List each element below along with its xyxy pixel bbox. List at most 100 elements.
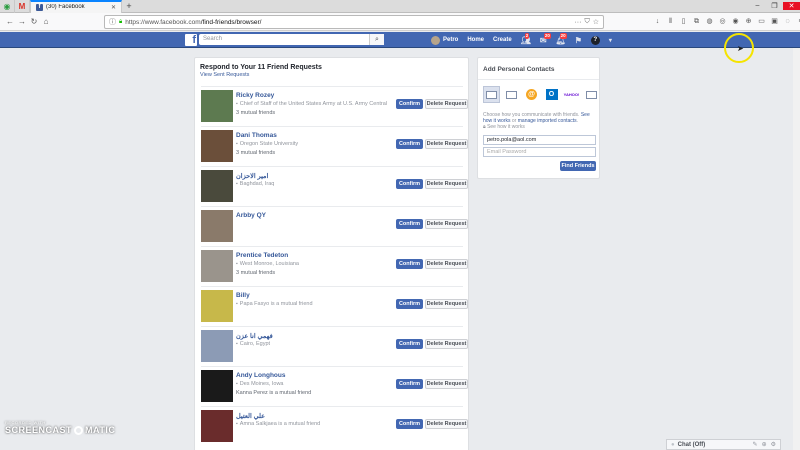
minimize-button[interactable]: – [749,2,766,10]
url-bar[interactable]: ⓘ 🔒︎ https://www.facebook.com/find-frien… [104,15,604,29]
back-icon[interactable]: ← [4,17,16,26]
new-group-icon[interactable]: ⊕ [762,441,767,448]
requester-name[interactable]: Andy Longhous [236,372,285,379]
requester-name[interactable]: Arbby QY [236,212,266,219]
extension-icon[interactable]: ◌ [782,16,793,28]
download-icon[interactable]: ↓ [652,16,663,28]
chat-bar[interactable]: ● Chat (Off) ✎ ⊕ ⚙ [666,439,781,450]
screenshot-icon[interactable]: ⧉ [691,16,702,28]
delete-request-button[interactable]: Delete Request [425,339,468,349]
search-icon[interactable]: ⌕ [369,34,384,45]
reload-icon[interactable]: ↻ [28,17,40,26]
envelope-icon [506,90,517,99]
outlook-provider-option[interactable]: O [543,86,560,103]
delete-request-button[interactable]: Delete Request [425,379,468,389]
confirm-button[interactable]: Confirm [396,379,423,389]
messages-icon[interactable]: ✉ 20 [540,32,551,45]
email-provider-option[interactable] [483,86,500,103]
notifications-icon[interactable]: 🔔︎ 20 [556,32,567,45]
account-menu-icon[interactable]: ▾ [609,37,612,44]
help-icon[interactable]: ? [590,35,600,45]
confirm-button[interactable]: Confirm [396,339,423,349]
requester-name[interactable]: امير الاحزان [236,172,268,180]
new-tab-button[interactable]: + [122,1,136,11]
other-email-provider-option[interactable] [583,86,600,103]
profile-photo[interactable] [201,210,233,242]
mutual-friends[interactable]: Kanna Perez is a mutual friend [236,390,311,396]
extension-icon[interactable]: ◍ [704,16,715,28]
mutual-friends[interactable]: 3 mutual friends [236,270,275,276]
sidebar-icon[interactable]: ▯ [678,16,689,28]
delete-request-button[interactable]: Delete Request [425,139,468,149]
confirm-button[interactable]: Confirm [396,99,423,109]
confirm-button[interactable]: Confirm [396,179,423,189]
requester-detail: ▪ Baghdad, Iraq [236,181,275,187]
profile-photo[interactable] [201,130,233,162]
forward-icon[interactable]: → [16,17,28,26]
bookmark-star-icon[interactable]: ☆ [593,18,599,26]
aim-provider-option[interactable]: @ [523,86,540,103]
library-icon[interactable]: ⫴ [665,16,676,28]
confirm-button[interactable]: Confirm [396,259,423,269]
chat-settings-icon[interactable]: ⚙ [771,441,776,448]
email-field[interactable]: petro.pola@aol.com [483,135,596,145]
page-actions-icon[interactable]: ··· [574,19,581,26]
yahoo-provider-option[interactable]: YAHOO! [563,86,580,103]
profile-photo[interactable] [201,410,233,442]
home-link[interactable]: Home [467,37,484,43]
extension-icon[interactable]: ◎ [717,16,728,28]
profile-link[interactable]: Petro [431,35,458,45]
pocket-icon[interactable]: ⛉ [584,18,589,26]
create-link[interactable]: Create [493,37,512,43]
gmail-tab[interactable]: M [15,0,30,13]
facebook-tab[interactable]: f (30) Facebook ✕ [30,0,122,13]
extension-icon[interactable]: ◉ [730,16,741,28]
pinned-tab[interactable]: ◉ [0,0,15,13]
password-field[interactable]: Email Password [483,147,596,157]
profile-photo[interactable] [201,170,233,202]
maximize-button[interactable]: ❐ [766,2,783,10]
requester-name[interactable]: Prentice Tedeton [236,252,288,259]
email-provider-option[interactable] [503,86,520,103]
requester-name[interactable]: Dani Thomas [236,132,277,139]
find-friends-button[interactable]: Find Friends [560,161,596,171]
extension-icon[interactable]: ▭ [756,16,767,28]
extension-icon[interactable]: ▣ [769,16,780,28]
mutual-friends[interactable]: 3 mutual friends [236,110,275,116]
profile-photo[interactable] [201,370,233,402]
quick-help-icon[interactable]: ⚑ [575,36,582,45]
confirm-button[interactable]: Confirm [396,139,423,149]
url-text[interactable]: https://www.facebook.com/find-friends/br… [125,19,571,26]
delete-request-button[interactable]: Delete Request [425,179,468,189]
requester-name[interactable]: فهمي انا عزن [236,332,273,340]
requester-name[interactable]: علي العتيل [236,412,265,420]
confirm-button[interactable]: Confirm [396,219,423,229]
menu-icon[interactable]: ≡ [795,16,800,28]
extension-icon[interactable]: ⊕ [743,16,754,28]
profile-photo[interactable] [201,90,233,122]
profile-photo[interactable] [201,330,233,362]
mutual-friends[interactable]: 3 mutual friends [236,150,275,156]
close-window-button[interactable]: ✕ [783,2,800,10]
profile-photo[interactable] [201,290,233,322]
delete-request-button[interactable]: Delete Request [425,299,468,309]
confirm-button[interactable]: Confirm [396,299,423,309]
new-message-icon[interactable]: ✎ [753,441,758,448]
close-tab-icon[interactable]: ✕ [111,4,116,11]
home-icon[interactable]: ⌂ [40,17,52,26]
delete-request-button[interactable]: Delete Request [425,99,468,109]
delete-request-button[interactable]: Delete Request [425,419,468,429]
delete-request-button[interactable]: Delete Request [425,219,468,229]
info-icon[interactable]: ⓘ [109,17,116,27]
friend-requests-icon[interactable]: 👥︎ 2 [521,32,531,45]
view-sent-requests-link[interactable]: View Sent Requests [200,72,463,78]
confirm-button[interactable]: Confirm [396,419,423,429]
manage-contacts-link[interactable]: manage imported contacts [518,118,577,124]
requester-name[interactable]: Billy [236,292,250,299]
requester-name[interactable]: Ricky Rozey [236,92,274,99]
profile-photo[interactable] [201,250,233,282]
search-input[interactable]: Search [199,34,384,45]
facebook-logo-icon[interactable]: f [185,34,197,46]
delete-request-button[interactable]: Delete Request [425,259,468,269]
page-scrollbar[interactable] [793,48,800,450]
